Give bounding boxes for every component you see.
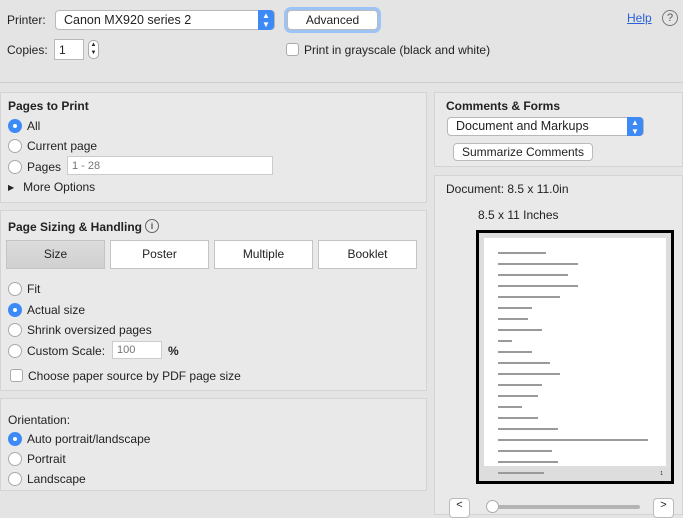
grayscale-label: Print in grayscale (black and white) (304, 42, 491, 57)
preview-text-line (498, 318, 528, 320)
preview-text-line (498, 439, 648, 441)
tab-booklet[interactable]: Booklet (318, 240, 417, 269)
chevron-updown-icon: ▲ ▼ (627, 117, 643, 136)
radio-fit[interactable]: Fit (8, 281, 40, 296)
radio-landscape[interactable]: Landscape (8, 471, 86, 486)
page-content (484, 238, 666, 474)
preview-text-line (498, 373, 560, 375)
preview-text-line (498, 285, 578, 287)
comments-title: Comments & Forms (446, 99, 561, 113)
page-sizing-panel: Page Sizing & Handling i Size Poster Mul… (0, 210, 427, 391)
radio-portrait[interactable]: Portrait (8, 451, 66, 466)
preview-text-line (498, 296, 560, 298)
copies-label: Copies: (7, 43, 48, 57)
preview-page-number: 1 (660, 471, 663, 477)
paper-size: 8.5 x 11 Inches (478, 208, 559, 222)
orientation-panel: Orientation: Auto portrait/landscape Por… (0, 398, 427, 491)
printer-value: Canon MX920 series 2 (64, 13, 192, 27)
tab-size[interactable]: Size (6, 240, 105, 269)
preview-text-line (498, 384, 542, 386)
help-link[interactable]: Help (627, 11, 652, 25)
chevron-updown-icon: ▲ ▼ (258, 10, 274, 30)
radio-all[interactable]: All (8, 118, 40, 133)
custom-scale-input[interactable] (112, 341, 162, 359)
radio-auto-orientation[interactable]: Auto portrait/landscape (8, 431, 150, 446)
printer-select[interactable]: Canon MX920 series 2 ▲ ▼ (55, 10, 275, 30)
preview-text-line (498, 362, 550, 364)
preview-text-line (498, 340, 512, 342)
preview-text-line (498, 395, 538, 397)
grayscale-checkbox[interactable]: Print in grayscale (black and white) (286, 42, 490, 57)
copies-stepper[interactable]: ▲ ▼ (88, 40, 99, 59)
preview-text-line (498, 428, 558, 430)
preview-text-line (498, 307, 532, 309)
divider (0, 82, 683, 83)
pages-title: Pages to Print (8, 99, 89, 113)
next-page-button[interactable]: > (653, 498, 674, 518)
preview-text-line (498, 274, 568, 276)
page-preview: 1 (476, 230, 674, 484)
paper-source-checkbox[interactable]: Choose paper source by PDF page size (10, 368, 241, 383)
percent-label: % (168, 344, 179, 358)
help-icon[interactable]: ? (662, 10, 678, 26)
document-size: Document: 8.5 x 11.0in (446, 182, 569, 196)
info-icon[interactable]: i (145, 219, 159, 233)
pages-to-print-panel: Pages to Print All Current page Pages ▶M… (0, 92, 427, 203)
pages-range-input[interactable] (67, 156, 273, 175)
comments-select[interactable]: Document and Markups ▲ ▼ (447, 117, 644, 136)
sizing-title: Page Sizing & Handling (8, 220, 143, 234)
preview-text-line (498, 329, 542, 331)
preview-text-line (498, 450, 552, 452)
tab-multiple[interactable]: Multiple (214, 240, 313, 269)
summarize-comments-button[interactable]: Summarize Comments (453, 143, 593, 161)
triangle-right-icon: ▶ (8, 183, 15, 192)
comments-value: Document and Markups (456, 119, 589, 133)
prev-page-button[interactable]: < (449, 498, 470, 518)
preview-text-line (498, 472, 544, 474)
radio-current-page[interactable]: Current page (8, 138, 97, 153)
radio-pages[interactable]: Pages (8, 159, 61, 174)
tab-poster[interactable]: Poster (110, 240, 209, 269)
advanced-button[interactable]: Advanced (287, 10, 378, 30)
slider-thumb[interactable] (486, 500, 499, 513)
comments-forms-panel: Comments & Forms Document and Markups ▲ ▼ … (434, 92, 683, 167)
preview-text-line (498, 252, 546, 254)
more-options-toggle[interactable]: ▶ More Options (8, 179, 95, 194)
preview-text-line (498, 406, 522, 408)
preview-text-line (498, 351, 532, 353)
radio-custom-scale[interactable]: Custom Scale: (8, 343, 105, 358)
preview-text-line (498, 417, 538, 419)
page-slider[interactable] (492, 505, 640, 509)
preview-text-line (498, 263, 578, 265)
radio-shrink[interactable]: Shrink oversized pages (8, 322, 152, 337)
radio-actual-size[interactable]: Actual size (8, 302, 85, 317)
orientation-title: Orientation: (8, 413, 71, 427)
copies-input[interactable]: 1 (54, 39, 84, 60)
printer-label: Printer: (7, 13, 46, 27)
preview-panel: Document: 8.5 x 11.0in 8.5 x 11 Inches 1… (434, 175, 683, 518)
preview-text-line (498, 461, 558, 463)
